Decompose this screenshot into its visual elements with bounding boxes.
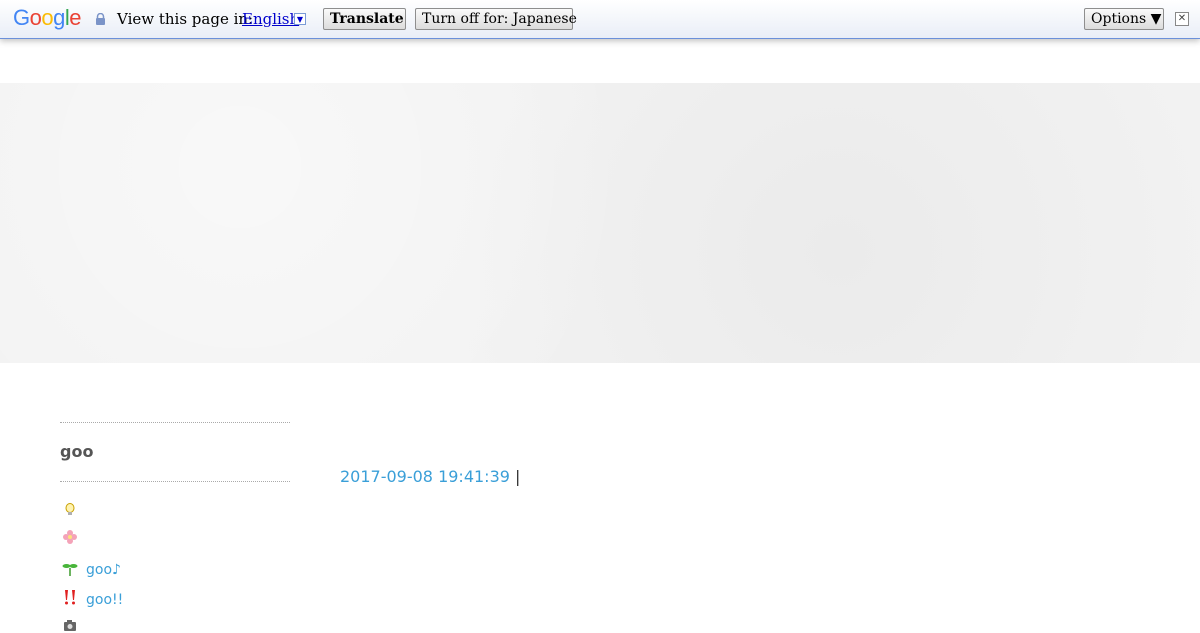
- sidebar-divider: [60, 422, 290, 423]
- logo-letter: g: [53, 5, 65, 30]
- language-select[interactable]: English: [242, 10, 299, 28]
- turn-off-button[interactable]: Turn off for: Japanese: [415, 8, 577, 30]
- chevron-down-icon[interactable]: ▼: [294, 13, 306, 25]
- sidebar-link-goo-music[interactable]: goo♪: [86, 561, 121, 579]
- camera-icon: [64, 620, 76, 631]
- lock-icon: [96, 13, 105, 25]
- exclamation-icon: [65, 590, 75, 605]
- logo-letter: G: [13, 5, 30, 30]
- flower-icon: [63, 530, 77, 544]
- post-datetime-link[interactable]: 2017-09-08 19:41:39: [340, 467, 510, 486]
- header-banner: [0, 83, 1200, 363]
- sprout-icon: [62, 564, 78, 576]
- meta-separator: |: [515, 467, 521, 486]
- google-logo: Google: [13, 5, 82, 30]
- view-page-label: View this page in:: [117, 10, 254, 28]
- translate-bar: Google View this page in: English ▼ Tran…: [0, 0, 1200, 39]
- lightbulb-icon: [65, 503, 75, 515]
- logo-letter: o: [29, 5, 42, 30]
- translate-button[interactable]: Translate: [323, 8, 406, 30]
- sidebar-link-goo-exclaim[interactable]: goo!!: [86, 591, 123, 609]
- logo-letter: e: [69, 5, 82, 30]
- logo-letter: o: [41, 5, 54, 30]
- sidebar-divider: [60, 481, 290, 482]
- sidebar-title: goo: [60, 442, 94, 461]
- post-meta: 2017-09-08 19:41:39 |: [340, 467, 520, 487]
- close-icon[interactable]: ✕: [1175, 12, 1189, 26]
- options-button[interactable]: Options ▼: [1084, 8, 1164, 30]
